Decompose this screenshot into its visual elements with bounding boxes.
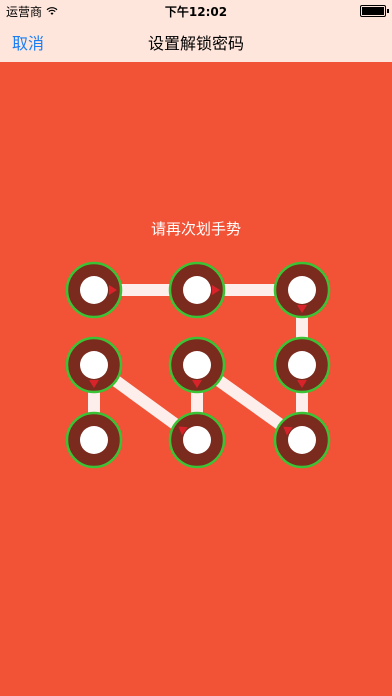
node-center bbox=[288, 426, 316, 454]
node-center bbox=[183, 426, 211, 454]
node-center bbox=[183, 276, 211, 304]
gesture-nodes bbox=[65, 261, 331, 469]
node-center bbox=[288, 351, 316, 379]
node-center bbox=[80, 426, 108, 454]
gesture-node[interactable] bbox=[65, 411, 123, 469]
gesture-node[interactable] bbox=[168, 411, 226, 469]
gesture-node[interactable] bbox=[273, 411, 331, 469]
node-center bbox=[288, 276, 316, 304]
gesture-pattern[interactable] bbox=[0, 0, 392, 696]
node-center bbox=[183, 351, 211, 379]
node-center bbox=[80, 351, 108, 379]
node-center bbox=[80, 276, 108, 304]
